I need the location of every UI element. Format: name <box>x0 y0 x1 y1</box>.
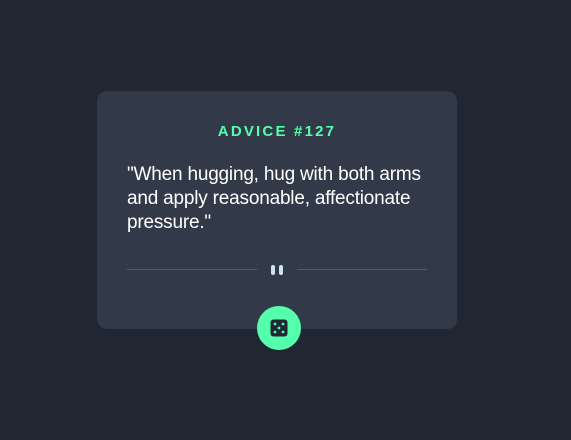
advice-card: ADVICE #127 "When hugging, hug with both… <box>97 91 457 350</box>
generate-advice-button[interactable] <box>257 306 301 350</box>
divider-line-right <box>297 269 427 270</box>
advice-quote: "When hugging, hug with both arms and ap… <box>127 164 421 233</box>
dice-icon <box>270 319 288 337</box>
pause-icon <box>270 264 284 276</box>
divider <box>127 264 427 276</box>
advice-number: ADVICE #127 <box>217 123 337 140</box>
divider-line-left <box>127 269 257 270</box>
